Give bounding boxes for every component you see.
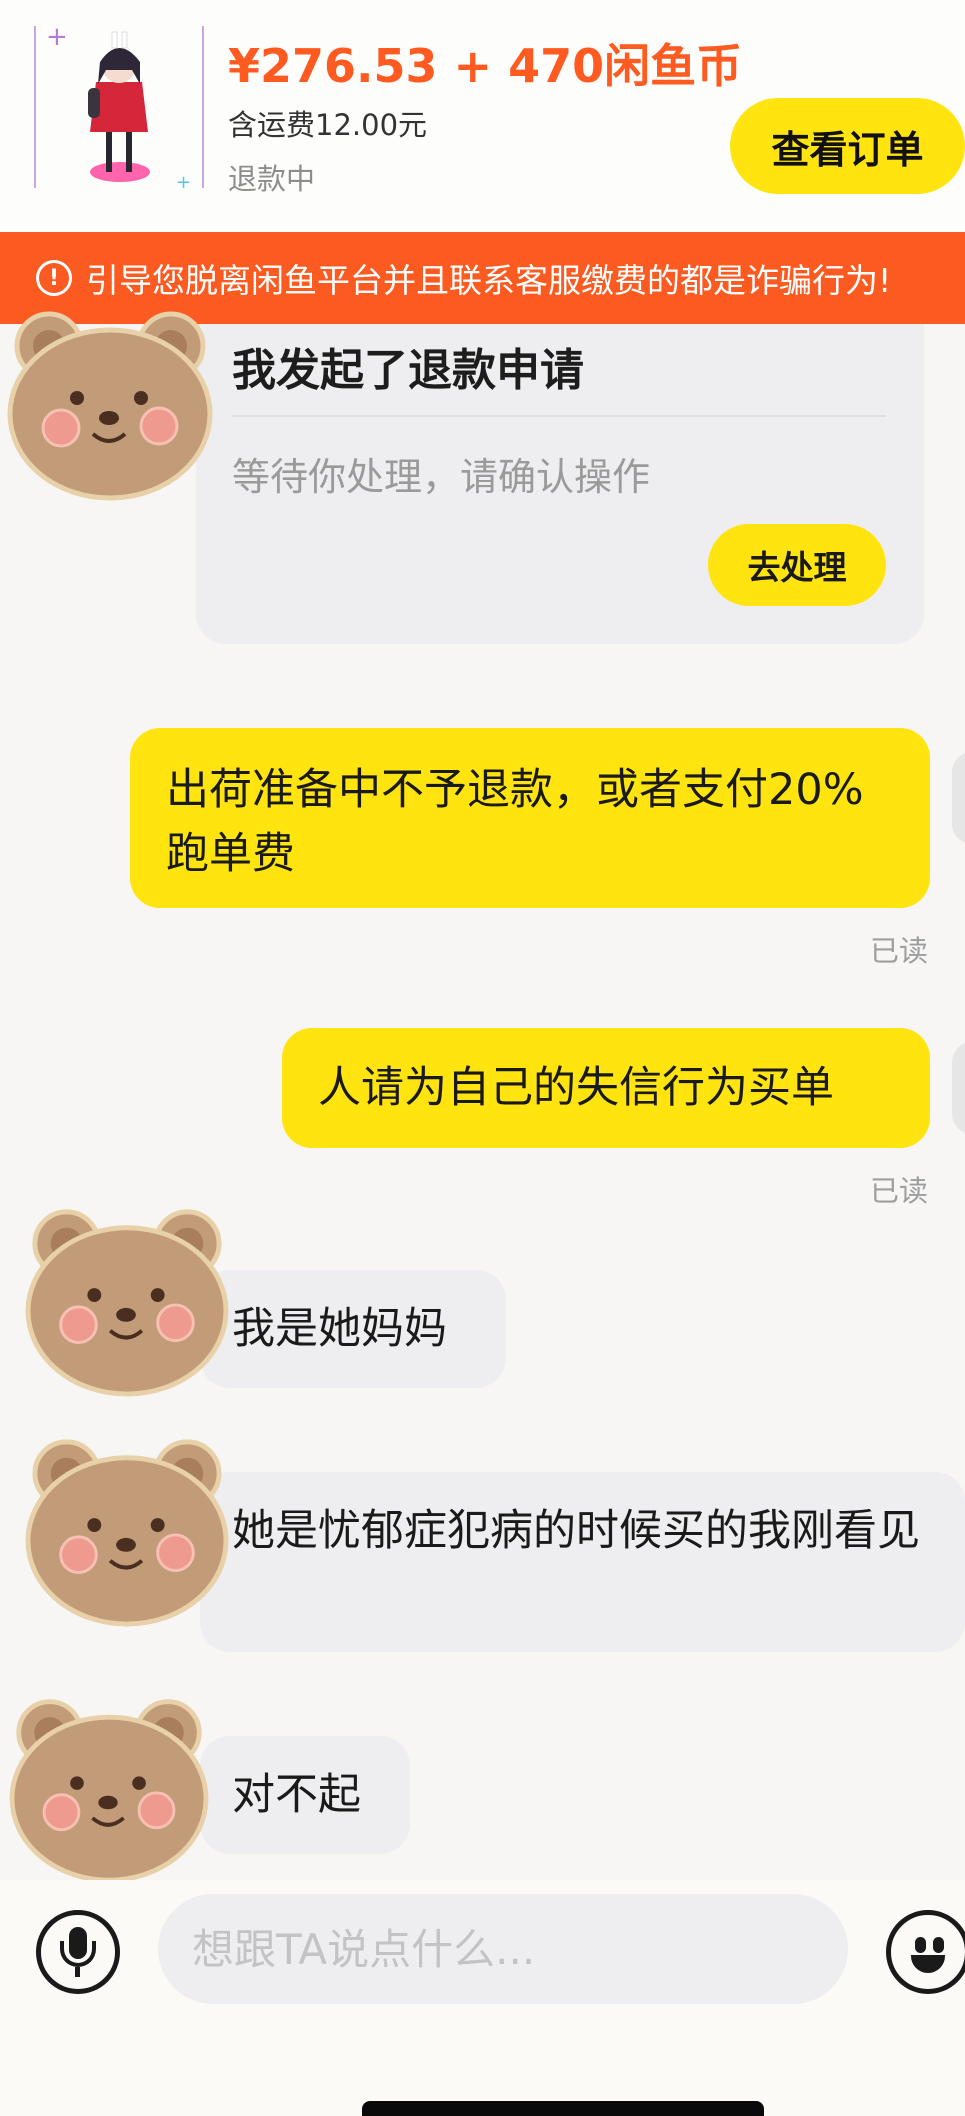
process-refund-button[interactable]: 去处理 — [708, 524, 886, 606]
message-text: 我是她妈妈 — [232, 1304, 447, 1354]
divider — [232, 415, 886, 417]
refund-card-subtitle: 等待你处理，请确认操作 — [232, 455, 651, 499]
microphone-icon[interactable] — [36, 1910, 120, 1994]
product-price: ¥276.53 + 470闲鱼币 — [228, 39, 743, 93]
refund-card-title: 我发起了退款申请 — [232, 345, 584, 396]
message-bubble-outgoing[interactable]: 出荷准备中不予退款，或者支付20%跑单费 — [130, 728, 930, 908]
home-indicator[interactable] — [362, 2101, 764, 2116]
view-order-button[interactable]: 查看订单 — [730, 98, 965, 194]
message-text: 对不起 — [232, 1770, 361, 1820]
buyer-avatar[interactable] — [22, 1200, 232, 1398]
warning-text: 引导您脱离闲鱼平台并且联系客服缴费的都是诈骗行为! — [86, 261, 892, 300]
read-receipt: 已读 — [870, 934, 929, 968]
message-bubble-incoming[interactable]: 她是忧郁症犯病的时候买的我刚看见 — [200, 1472, 965, 1652]
message-bubble-incoming[interactable]: 我是她妈妈 — [200, 1270, 506, 1388]
product-thumbnail[interactable]: + + — [34, 22, 204, 193]
my-avatar[interactable] — [952, 752, 965, 844]
order-status: 退款中 — [228, 162, 316, 196]
message-text: 她是忧郁症犯病的时候买的我刚看见 — [232, 1506, 920, 1556]
message-text: 人请为自己的失信行为买单 — [318, 1063, 834, 1113]
message-bubble-outgoing[interactable]: 人请为自己的失信行为买单 — [282, 1028, 930, 1148]
buyer-avatar[interactable] — [22, 1430, 232, 1628]
smiley-icon[interactable] — [886, 1910, 965, 1994]
buyer-avatar[interactable] — [6, 1690, 212, 1884]
message-input[interactable] — [158, 1894, 848, 2004]
sparkle-icon: + — [176, 172, 192, 193]
exclamation-circle-icon: ! — [36, 260, 72, 296]
message-bubble-incoming[interactable]: 对不起 — [200, 1736, 410, 1854]
my-avatar[interactable] — [952, 1042, 965, 1134]
refund-request-card: 我发起了退款申请 等待你处理，请确认操作 去处理 — [196, 324, 924, 644]
read-receipt: 已读 — [870, 1174, 929, 1208]
product-bar: + + ¥276.53 + 470闲鱼币 含运费12.00元 退款中 查看订单 — [0, 0, 965, 232]
message-text: 出荷准备中不予退款，或者支付20%跑单费 — [166, 765, 864, 879]
buyer-avatar[interactable] — [4, 302, 216, 502]
shipping-fee: 含运费12.00元 — [228, 108, 428, 142]
sparkle-icon: + — [46, 22, 68, 52]
